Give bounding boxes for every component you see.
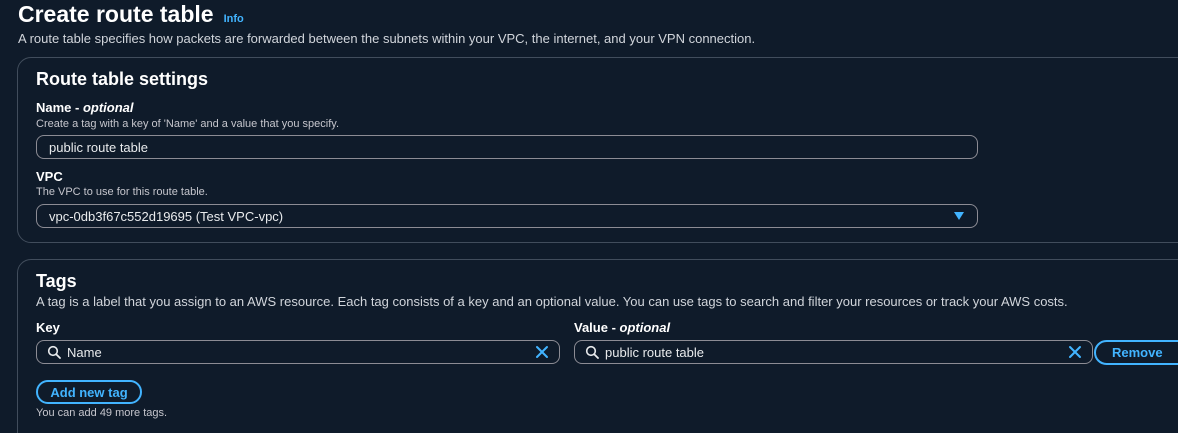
- search-icon: [585, 345, 599, 359]
- vpc-select-value: vpc-0db3f67c552d19695 (Test VPC-vpc): [49, 208, 284, 224]
- info-link[interactable]: Info: [224, 13, 244, 25]
- tag-value-label: Value - optional: [574, 320, 670, 335]
- name-input[interactable]: public route table: [36, 135, 978, 159]
- vpc-label: VPC: [36, 169, 63, 184]
- create-route-table-page: Create route table Info A route table sp…: [0, 0, 1178, 433]
- tag-value-value: public route table: [605, 344, 705, 360]
- tags-panel-title: Tags: [36, 271, 77, 291]
- route-table-settings-panel: Route table settings Name - optional Cre…: [17, 57, 1178, 243]
- caret-down-icon: [954, 212, 964, 220]
- tag-value-label-text: Value -: [574, 320, 620, 335]
- tags-remaining-hint: You can add 49 more tags.: [36, 407, 168, 419]
- tag-value-optional-text: optional: [619, 320, 671, 335]
- tag-value-input[interactable]: public route table: [574, 340, 1093, 364]
- tag-key-label: Key: [36, 320, 60, 335]
- name-input-value: public route table: [49, 139, 149, 155]
- search-icon: [47, 345, 61, 359]
- name-optional-text: optional: [82, 100, 134, 115]
- tag-key-input[interactable]: Name: [36, 340, 560, 364]
- tag-key-value: Name: [67, 344, 102, 360]
- page-header: Create route table Info A route table sp…: [18, 0, 755, 46]
- add-new-tag-button[interactable]: Add new tag: [36, 380, 142, 404]
- name-label: Name - optional: [36, 100, 134, 115]
- remove-tag-button[interactable]: Remove: [1094, 340, 1178, 365]
- tags-description: A tag is a label that you assign to an A…: [36, 294, 1068, 309]
- vpc-hint: The VPC to use for this route table.: [36, 186, 208, 198]
- name-label-text: Name -: [36, 100, 83, 115]
- name-hint: Create a tag with a key of 'Name' and a …: [36, 118, 339, 130]
- close-icon[interactable]: [1068, 345, 1082, 359]
- page-title-row: Create route table Info: [18, 0, 755, 28]
- settings-panel-title: Route table settings: [36, 69, 209, 89]
- vpc-select[interactable]: vpc-0db3f67c552d19695 (Test VPC-vpc): [36, 204, 978, 228]
- close-icon[interactable]: [535, 345, 549, 359]
- page-description: A route table specifies how packets are …: [18, 31, 756, 46]
- tags-panel: Tags A tag is a label that you assign to…: [17, 259, 1178, 433]
- page-title: Create route table: [18, 1, 214, 27]
